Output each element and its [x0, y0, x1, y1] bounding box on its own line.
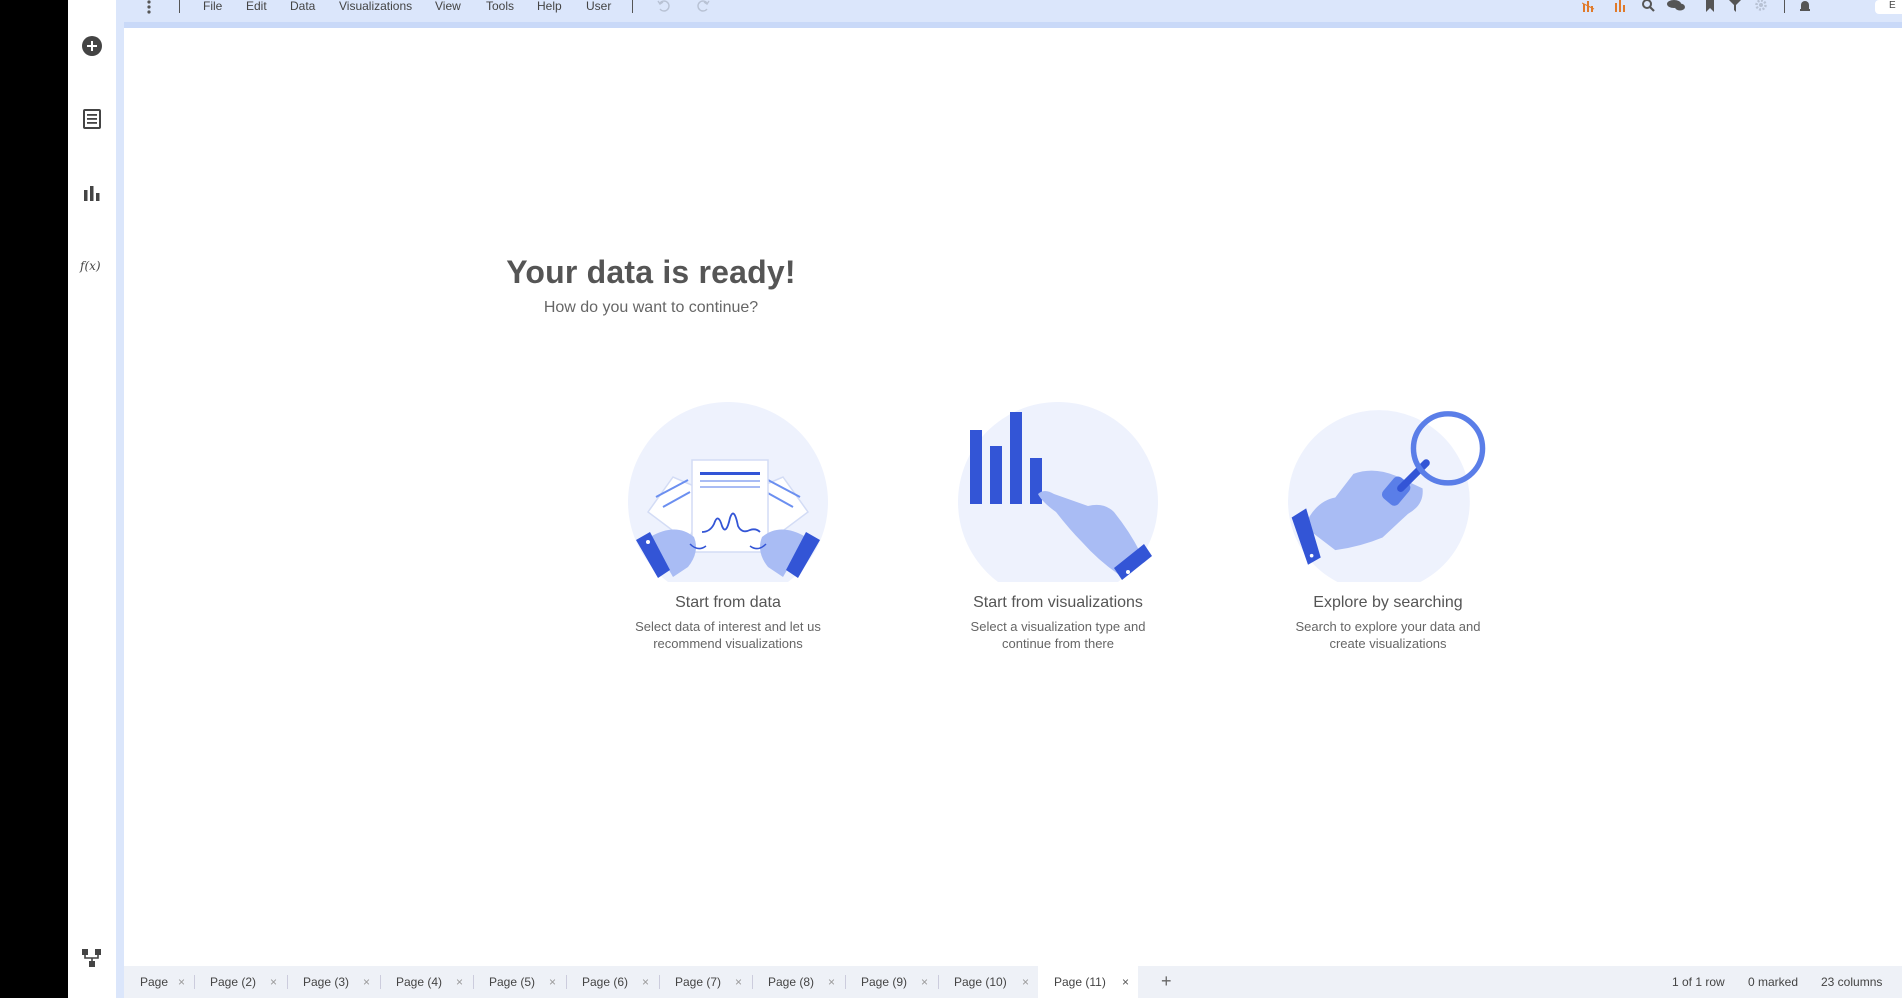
explore-by-searching-option[interactable]: Explore by searching Search to explore y…: [1268, 402, 1508, 652]
option-description-line: recommend visualizations: [653, 636, 803, 651]
close-tab-icon[interactable]: ×: [456, 966, 463, 998]
menu-edit[interactable]: Edit: [246, 0, 267, 14]
page-tab-label: Page (3): [303, 975, 350, 989]
menu-file[interactable]: File: [203, 0, 222, 14]
window-frame-left: [116, 0, 124, 998]
menu-separator: [179, 0, 180, 13]
option-description: Search to explore your data and create v…: [1268, 618, 1508, 652]
bookmark-icon[interactable]: [1701, 0, 1719, 14]
option-description: Select data of interest and let us recom…: [608, 618, 848, 652]
search-illustration-icon: [1288, 410, 1486, 582]
close-tab-icon[interactable]: ×: [1022, 966, 1029, 998]
close-tab-icon[interactable]: ×: [921, 966, 928, 998]
close-tab-icon[interactable]: ×: [1122, 966, 1129, 998]
close-tab-icon[interactable]: ×: [828, 966, 835, 998]
recommendations-icon[interactable]: [1580, 0, 1598, 14]
page-tab[interactable]: Page (5) ×: [473, 966, 566, 998]
option-description: Select a visualization type and continue…: [938, 618, 1178, 652]
menu-tools[interactable]: Tools: [486, 0, 514, 14]
marked-count-status: 0 marked: [1748, 975, 1799, 989]
menu-bar: File Edit Data Visualizations View Tools…: [124, 0, 1902, 22]
page-tab-label: Page: [140, 975, 169, 989]
menu-help[interactable]: Help: [537, 0, 562, 14]
page-tab[interactable]: Page (4) ×: [380, 966, 473, 998]
page-tab[interactable]: Page (2) ×: [194, 966, 287, 998]
page-tab-active[interactable]: Page (11) ×: [1038, 966, 1138, 998]
page-tab[interactable]: Page ×: [124, 966, 194, 998]
page-tab-label: Page (6): [582, 975, 629, 989]
visualization-icon[interactable]: [1612, 0, 1630, 14]
page-tab[interactable]: Page (8) ×: [752, 966, 845, 998]
page-navigation-bar: Page × Page (2) × Page (3) × Page (4) × Page…: [124, 966, 1902, 998]
svg-text:f(x): f(x): [79, 259, 101, 273]
option-description-line: Select data of interest and let us: [635, 619, 821, 634]
notifications-bell-icon[interactable]: [1796, 0, 1814, 14]
authoring-sidebar: f(x): [68, 0, 116, 998]
data-illustration-icon: [628, 402, 828, 582]
option-title: Start from data: [675, 594, 781, 611]
add-page-button[interactable]: +: [1161, 966, 1172, 998]
visualization-illustration-icon: [958, 402, 1158, 582]
menu-user[interactable]: User: [586, 0, 611, 14]
column-count-status: 23 columns: [1821, 975, 1883, 989]
undo-icon[interactable]: [655, 0, 673, 14]
visualization-types-icon[interactable]: [78, 179, 106, 207]
page-tab[interactable]: Page (7) ×: [659, 966, 752, 998]
option-title: Start from visualizations: [973, 594, 1143, 611]
page-tab[interactable]: Page (6) ×: [566, 966, 659, 998]
function-icon[interactable]: f(x): [78, 252, 106, 280]
menu-visualizations[interactable]: Visualizations: [339, 0, 412, 14]
page-tab[interactable]: Page (3) ×: [287, 966, 380, 998]
page-tab-label: Page (7): [675, 975, 722, 989]
menu-view[interactable]: View: [435, 0, 461, 14]
option-description-line: create visualizations: [1329, 636, 1447, 651]
page-tab-label: Page (11): [1054, 975, 1106, 989]
page-tab-label: Page (8): [768, 975, 815, 989]
page-tab-label: Page (2): [210, 975, 257, 989]
page-tab-label: Page (10): [954, 975, 1007, 989]
redo-icon[interactable]: [694, 0, 712, 14]
toolbar-separator: [1784, 0, 1785, 13]
analysis-canvas: Your data is ready! How do you want to c…: [124, 28, 1902, 966]
user-profile-button[interactable]: E: [1875, 0, 1902, 14]
page-tab[interactable]: Page (10) ×: [938, 966, 1038, 998]
settings-gear-icon[interactable]: [1752, 0, 1770, 14]
data-canvas-icon[interactable]: [78, 944, 106, 972]
close-tab-icon[interactable]: ×: [735, 966, 742, 998]
option-description-line: Select a visualization type and: [970, 619, 1146, 634]
page-tab-label: Page (9): [861, 975, 908, 989]
add-data-icon[interactable]: [78, 32, 106, 60]
page-subtitle: How do you want to continue?: [543, 299, 759, 316]
option-description-line: continue from there: [1001, 636, 1114, 651]
option-description-line: Search to explore your data and: [1295, 619, 1481, 634]
menu-data[interactable]: Data: [290, 0, 315, 14]
collaboration-icon[interactable]: [1667, 0, 1685, 14]
close-tab-icon[interactable]: ×: [363, 966, 370, 998]
start-from-visualizations-option[interactable]: Start from visualizations Select a visua…: [938, 402, 1178, 652]
desktop-edge: [0, 0, 68, 998]
close-tab-icon[interactable]: ×: [549, 966, 556, 998]
page-title: Your data is ready!: [506, 254, 796, 290]
page-tab[interactable]: Page (9) ×: [845, 966, 938, 998]
option-title: Explore by searching: [1313, 594, 1463, 611]
filter-icon[interactable]: [1726, 0, 1744, 14]
page-tab-label: Page (4): [396, 975, 443, 989]
start-from-data-option[interactable]: Start from data Select data of interest …: [608, 402, 848, 652]
data-in-analysis-icon[interactable]: [78, 105, 106, 133]
close-tab-icon[interactable]: ×: [642, 966, 649, 998]
more-options-icon[interactable]: [140, 0, 158, 14]
close-tab-icon[interactable]: ×: [270, 966, 277, 998]
menu-separator: [632, 0, 633, 13]
close-tab-icon[interactable]: ×: [178, 966, 185, 998]
page-tab-label: Page (5): [489, 975, 536, 989]
row-count-status: 1 of 1 row: [1672, 975, 1725, 989]
search-icon[interactable]: [1639, 0, 1657, 14]
